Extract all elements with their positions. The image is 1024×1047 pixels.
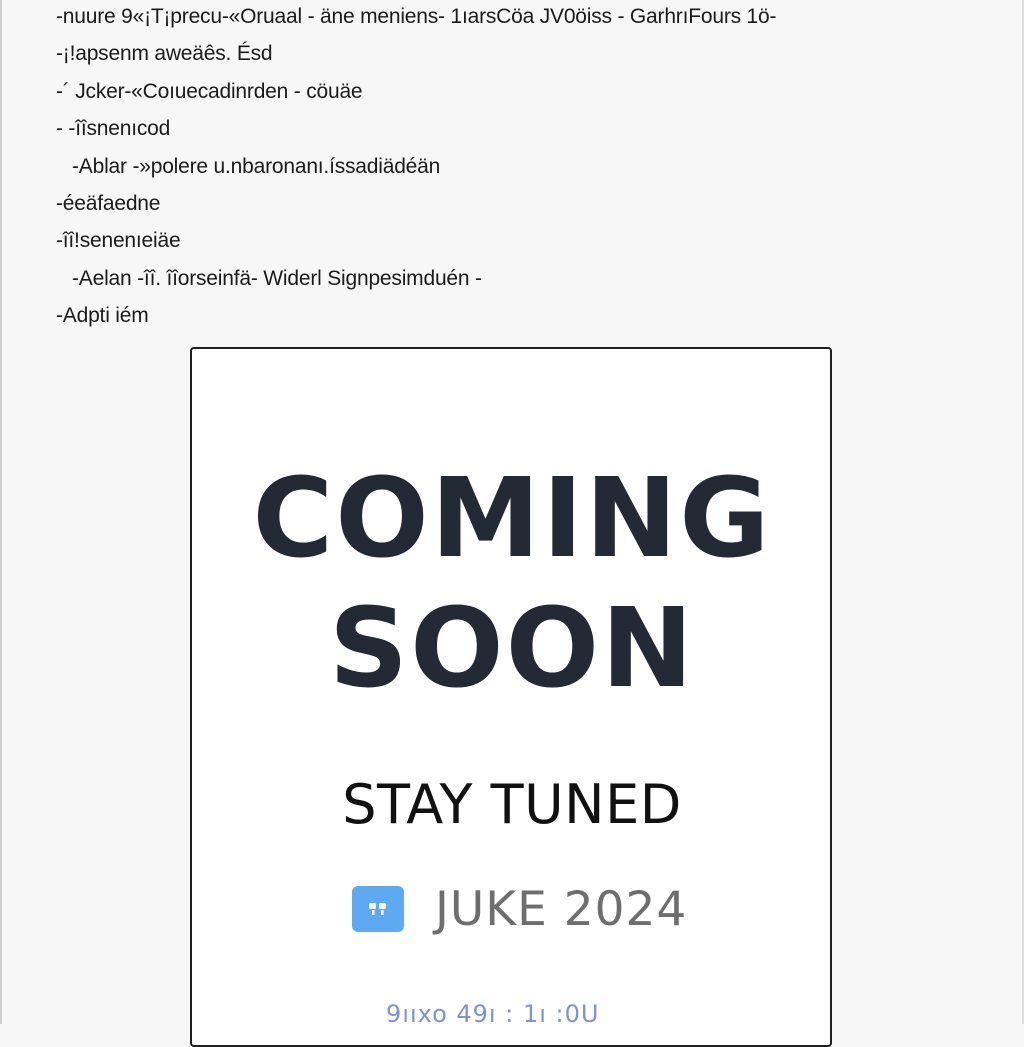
text-line-9: -Adpti iém xyxy=(56,304,149,328)
headline-coming: COMING xyxy=(252,454,772,582)
text-line-6: -éeäfaedne xyxy=(56,191,161,215)
text-line-4: - -îîsnenıcod xyxy=(56,117,171,141)
stay-tuned-subheading: STAY TUNED xyxy=(342,773,682,836)
text-line-8: -Aelan -îî. îîorseinfä- Widerl Signpesim… xyxy=(72,266,482,290)
calendar-icon xyxy=(352,886,404,932)
headline-soon: SOON xyxy=(328,584,696,712)
text-list: -nuure 9«¡T¡precu-«Oruaal - äne meniens-… xyxy=(56,2,986,339)
text-line-2: -¡!apsenm aweäês. Ésd xyxy=(56,42,273,66)
text-line-3: -´ Jcker-«Coıuecadinrden - cöuäe xyxy=(56,79,363,103)
text-line-7: -îî!senenıeiäe xyxy=(56,229,181,253)
date-row: JUKE 2024 xyxy=(352,876,687,942)
text-line-1: -nuure 9«¡T¡precu-«Oruaal - äne meniens-… xyxy=(56,5,777,28)
date-label: JUKE 2024 xyxy=(435,881,688,937)
text-line-5: -Ablar -»polere u.nbaronanı.íssadiädéän xyxy=(72,154,441,178)
